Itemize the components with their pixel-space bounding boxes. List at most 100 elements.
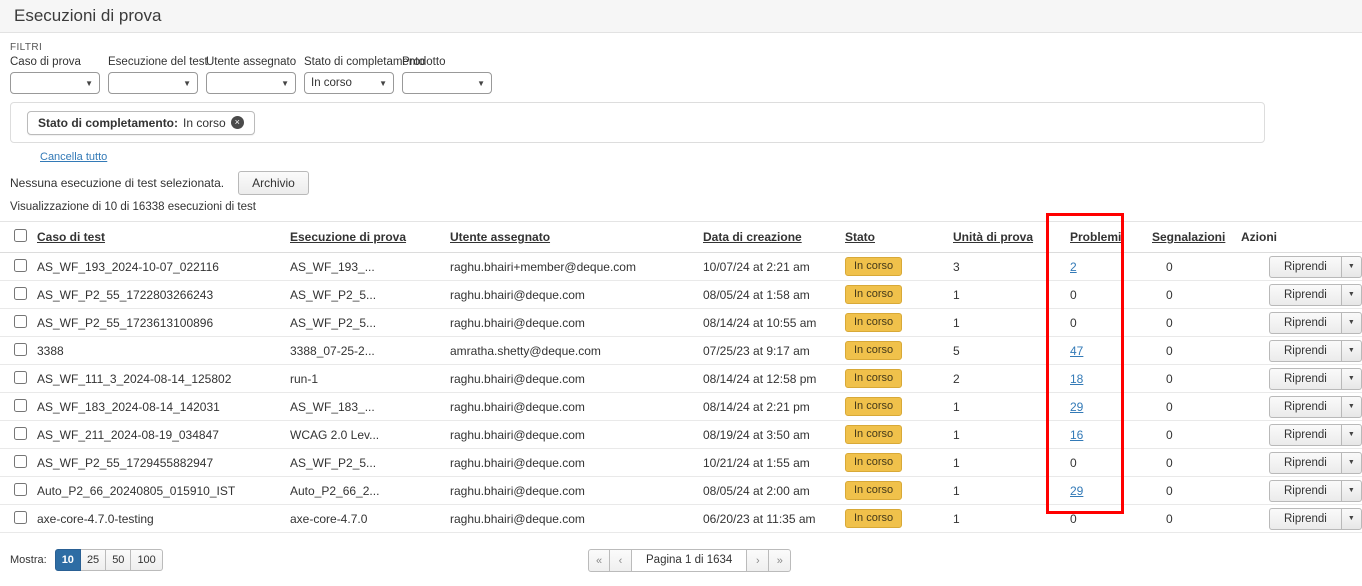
created-date-cell: 08/05/24 at 1:58 am bbox=[702, 281, 844, 309]
resume-button[interactable]: Riprendi bbox=[1269, 340, 1341, 362]
table-row: Auto_P2_66_20240805_015910_ISTAuto_P2_66… bbox=[0, 477, 1362, 505]
column-header-test-run[interactable]: Esecuzione di prova bbox=[289, 222, 449, 253]
test-units-cell: 1 bbox=[952, 477, 1069, 505]
test-run-select[interactable]: ▼ bbox=[108, 72, 198, 94]
action-split-button: Riprendi▼ bbox=[1269, 312, 1362, 334]
resume-button[interactable]: Riprendi bbox=[1269, 368, 1341, 390]
page-size-control: Mostra: 102550100 bbox=[10, 549, 163, 571]
actions-cell: Riprendi▼ bbox=[1240, 337, 1362, 365]
action-split-button: Riprendi▼ bbox=[1269, 256, 1362, 278]
archive-button[interactable]: Archivio bbox=[238, 171, 309, 195]
resume-button[interactable]: Riprendi bbox=[1269, 508, 1341, 530]
active-filters-bar: Stato di completamento: In corso × bbox=[10, 102, 1265, 143]
resume-dropdown-toggle[interactable]: ▼ bbox=[1341, 368, 1362, 390]
column-header-flags[interactable]: Segnalazioni bbox=[1151, 222, 1240, 253]
test-case-cell: AS_WF_111_3_2024-08-14_125802 bbox=[36, 365, 289, 393]
assigned-user-cell: raghu.bhairi@deque.com bbox=[449, 309, 702, 337]
actions-cell: Riprendi▼ bbox=[1240, 477, 1362, 505]
flags-value: 0 bbox=[1152, 428, 1173, 442]
completion-status-select[interactable]: In corso ▼ bbox=[304, 72, 394, 94]
flags-cell: 0 bbox=[1151, 281, 1240, 309]
flags-cell: 0 bbox=[1151, 449, 1240, 477]
resume-dropdown-toggle[interactable]: ▼ bbox=[1341, 396, 1362, 418]
status-badge: In corso bbox=[845, 397, 902, 416]
row-checkbox[interactable] bbox=[14, 511, 27, 524]
issues-link[interactable]: 47 bbox=[1070, 344, 1083, 358]
assigned-user-select[interactable]: ▼ bbox=[206, 72, 296, 94]
resume-dropdown-toggle[interactable]: ▼ bbox=[1341, 284, 1362, 306]
row-checkbox[interactable] bbox=[14, 371, 27, 384]
filters-section-label: FILTRI bbox=[10, 42, 1352, 53]
column-header-created-date[interactable]: Data di creazione bbox=[702, 222, 844, 253]
resume-button[interactable]: Riprendi bbox=[1269, 424, 1341, 446]
page-size-button-10[interactable]: 10 bbox=[55, 549, 81, 571]
chevron-down-icon: ▼ bbox=[477, 79, 485, 88]
resume-button[interactable]: Riprendi bbox=[1269, 284, 1341, 306]
first-page-button[interactable]: « bbox=[588, 549, 610, 572]
row-checkbox[interactable] bbox=[14, 315, 27, 328]
issues-link[interactable]: 29 bbox=[1070, 400, 1083, 414]
last-page-button[interactable]: » bbox=[769, 549, 791, 572]
status-cell: In corso bbox=[844, 477, 952, 505]
flags-value: 0 bbox=[1152, 456, 1173, 470]
results-summary: Visualizzazione di 10 di 16338 esecuzion… bbox=[10, 201, 1362, 213]
remove-filter-icon[interactable]: × bbox=[231, 116, 244, 129]
actions-cell: Riprendi▼ bbox=[1240, 309, 1362, 337]
row-checkbox[interactable] bbox=[14, 483, 27, 496]
filter-chip-completion-status[interactable]: Stato di completamento: In corso × bbox=[27, 111, 255, 135]
prev-page-button[interactable]: ‹ bbox=[610, 549, 632, 572]
issues-link[interactable]: 29 bbox=[1070, 484, 1083, 498]
flags-cell: 0 bbox=[1151, 477, 1240, 505]
created-date-cell: 08/19/24 at 3:50 am bbox=[702, 421, 844, 449]
action-split-button: Riprendi▼ bbox=[1269, 284, 1362, 306]
column-header-status[interactable]: Stato bbox=[844, 222, 952, 253]
page-size-button-100[interactable]: 100 bbox=[131, 549, 162, 571]
issues-link[interactable]: 16 bbox=[1070, 428, 1083, 442]
resume-dropdown-toggle[interactable]: ▼ bbox=[1341, 452, 1362, 474]
select-all-checkbox[interactable] bbox=[14, 229, 27, 242]
resume-button[interactable]: Riprendi bbox=[1269, 480, 1341, 502]
row-checkbox[interactable] bbox=[14, 343, 27, 356]
resume-dropdown-toggle[interactable]: ▼ bbox=[1341, 424, 1362, 446]
resume-dropdown-toggle[interactable]: ▼ bbox=[1341, 480, 1362, 502]
chip-value: In corso bbox=[183, 116, 226, 130]
row-checkbox[interactable] bbox=[14, 287, 27, 300]
filter-row: Caso di prova ▼ Esecuzione del test ▼ Ut… bbox=[10, 56, 1352, 94]
column-header-issues[interactable]: Problemi bbox=[1069, 222, 1151, 253]
page-indicator: Pagina 1 di 1634 bbox=[632, 549, 747, 572]
checkbox-cell bbox=[0, 337, 36, 365]
issues-cell: 29 bbox=[1069, 477, 1151, 505]
resume-dropdown-toggle[interactable]: ▼ bbox=[1341, 312, 1362, 334]
flags-cell: 0 bbox=[1151, 393, 1240, 421]
next-page-button[interactable]: › bbox=[747, 549, 769, 572]
resume-button[interactable]: Riprendi bbox=[1269, 256, 1341, 278]
column-header-test-units[interactable]: Unità di prova bbox=[952, 222, 1069, 253]
resume-dropdown-toggle[interactable]: ▼ bbox=[1341, 508, 1362, 530]
chip-label: Stato di completamento: bbox=[38, 116, 178, 130]
actions-cell: Riprendi▼ bbox=[1240, 393, 1362, 421]
resume-dropdown-toggle[interactable]: ▼ bbox=[1341, 340, 1362, 362]
row-checkbox[interactable] bbox=[14, 259, 27, 272]
page-size-button-25[interactable]: 25 bbox=[81, 549, 106, 571]
row-checkbox[interactable] bbox=[14, 455, 27, 468]
column-header-assigned-user[interactable]: Utente assegnato bbox=[449, 222, 702, 253]
product-select[interactable]: ▼ bbox=[402, 72, 492, 94]
resume-button[interactable]: Riprendi bbox=[1269, 312, 1341, 334]
resume-dropdown-toggle[interactable]: ▼ bbox=[1341, 256, 1362, 278]
page-size-button-50[interactable]: 50 bbox=[106, 549, 131, 571]
issues-cell: 2 bbox=[1069, 253, 1151, 281]
filters-section: FILTRI Caso di prova ▼ Esecuzione del te… bbox=[0, 33, 1362, 94]
issues-link[interactable]: 2 bbox=[1070, 260, 1077, 274]
status-cell: In corso bbox=[844, 337, 952, 365]
row-checkbox[interactable] bbox=[14, 399, 27, 412]
clear-all-link[interactable]: Cancella tutto bbox=[40, 151, 107, 163]
created-date-cell: 10/21/24 at 1:55 am bbox=[702, 449, 844, 477]
column-header-test-case[interactable]: Caso di test bbox=[36, 222, 289, 253]
issues-link[interactable]: 18 bbox=[1070, 372, 1083, 386]
issues-cell: 18 bbox=[1069, 365, 1151, 393]
resume-button[interactable]: Riprendi bbox=[1269, 452, 1341, 474]
filter-group-assigned-user: Utente assegnato ▼ bbox=[206, 56, 296, 94]
test-case-select[interactable]: ▼ bbox=[10, 72, 100, 94]
row-checkbox[interactable] bbox=[14, 427, 27, 440]
resume-button[interactable]: Riprendi bbox=[1269, 396, 1341, 418]
